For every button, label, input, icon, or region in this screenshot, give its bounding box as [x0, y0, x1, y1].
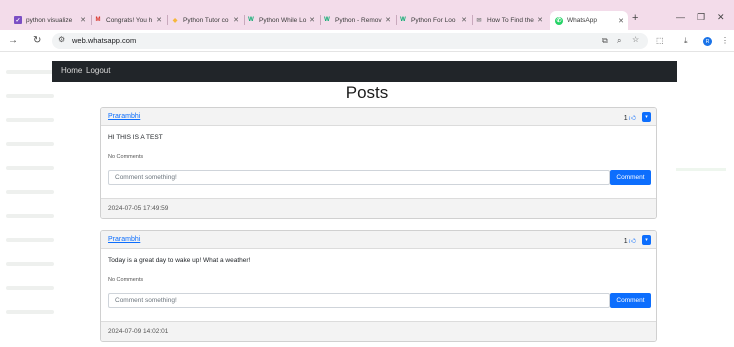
post-footer: 2024-07-05 17:49:59: [101, 198, 656, 218]
tab-separator: [472, 15, 473, 25]
like-count: 1👍︎: [623, 113, 636, 122]
post-footer: 2024-07-09 14:02:01: [101, 321, 656, 341]
tab-gmail[interactable]: M Congrats! You h ✕: [94, 11, 166, 29]
comments-status: No Comments: [108, 277, 144, 283]
post-options-dropdown[interactable]: ▾: [642, 112, 651, 122]
tab-title: Python - Remov: [335, 16, 382, 24]
close-icon[interactable]: ✕: [309, 16, 315, 24]
tab-title: python visualize: [26, 16, 73, 24]
tab-python-for[interactable]: W Python For Loo ✕: [399, 11, 471, 29]
thumbs-up-icon[interactable]: 👍︎: [629, 236, 636, 245]
pythontutor-icon: ◆: [172, 17, 178, 24]
tab-whatsapp[interactable]: ✆ WhatsApp ✕: [550, 11, 628, 30]
tab-separator: [320, 15, 321, 25]
post-header: Prarambhi 1👍︎ ▾: [101, 108, 656, 126]
restore-icon[interactable]: ❐: [697, 12, 705, 23]
post-content: Today is a great day to wake up! What a …: [108, 257, 251, 264]
post-options-dropdown[interactable]: ▾: [642, 235, 651, 245]
w3-icon: W: [400, 17, 406, 23]
browser-toolbar: → ↻ ⚙ web.whatsapp.com ⧉ ⌕ ☆ ⬚ ⤓ R ⋮: [0, 30, 734, 52]
post-author-link[interactable]: Prarambhi: [108, 113, 140, 120]
minimize-icon[interactable]: —: [676, 12, 685, 22]
tab-title: Python Tutor co: [183, 16, 229, 24]
tab-python-while[interactable]: W Python While Lo ✕: [247, 11, 319, 29]
bookmark-star-icon[interactable]: ☆: [632, 35, 639, 44]
tab-separator: [167, 15, 168, 25]
tab-python-visualize[interactable]: ✓ python visualize ✕: [14, 11, 90, 29]
post-body: Today is a great day to wake up! What a …: [101, 249, 656, 321]
close-icon[interactable]: ✕: [537, 16, 543, 24]
comment-button[interactable]: Comment: [610, 293, 651, 308]
close-icon[interactable]: ✕: [80, 16, 86, 24]
profile-avatar[interactable]: R: [703, 37, 712, 46]
post-body: HI THIS IS A TEST No Comments Comment: [101, 126, 656, 198]
close-icon[interactable]: ✕: [618, 17, 624, 25]
gh-icon: ✓: [14, 16, 22, 24]
close-icon[interactable]: ✕: [461, 16, 467, 24]
post-content: HI THIS IS A TEST: [108, 134, 163, 141]
tab-separator: [396, 15, 397, 25]
w3-icon: W: [248, 17, 254, 23]
comment-button[interactable]: Comment: [610, 170, 651, 185]
reload-icon[interactable]: ↻: [33, 35, 41, 46]
address-bar[interactable]: ⚙ web.whatsapp.com ⧉ ⌕ ☆: [52, 33, 648, 49]
post-card: Prarambhi 1👍︎ ▾ Today is a great day to …: [100, 230, 657, 342]
top-navbar: Home Logout: [52, 61, 677, 82]
thumbs-up-icon[interactable]: 👍︎: [629, 113, 636, 122]
page-content: Home Logout Posts Prarambhi 1👍︎ ▾ HI THI…: [0, 52, 734, 347]
post-card: Prarambhi 1👍︎ ▾ HI THIS IS A TEST No Com…: [100, 107, 657, 219]
url-text: web.whatsapp.com: [72, 36, 137, 45]
post-author-link[interactable]: Prarambhi: [108, 236, 140, 243]
tab-python-remove[interactable]: W Python - Remov ✕: [323, 11, 395, 29]
gmail-icon: M: [95, 17, 101, 23]
post-date: 2024-07-09 14:02:01: [108, 328, 169, 335]
background-ghost-sidebar: [6, 70, 54, 334]
comment-input[interactable]: [108, 170, 610, 185]
new-tab-icon[interactable]: +: [632, 12, 638, 24]
mail-icon: ✉: [476, 17, 482, 24]
tab-how-to-find[interactable]: ✉ How To Find the ✕: [475, 11, 547, 29]
nav-logout-link[interactable]: Logout: [86, 66, 110, 75]
kebab-menu-icon[interactable]: ⋮: [721, 36, 729, 45]
whatsapp-icon: ✆: [555, 16, 563, 25]
close-icon[interactable]: ✕: [233, 16, 239, 24]
tab-title: Python For Loo: [411, 16, 456, 24]
tab-title: Congrats! You h: [106, 16, 153, 24]
back-arrow-icon[interactable]: →: [8, 35, 18, 46]
tab-title: WhatsApp: [567, 17, 597, 24]
install-app-icon[interactable]: ⧉: [602, 36, 608, 46]
close-icon[interactable]: ✕: [156, 16, 162, 24]
nav-home-link[interactable]: Home: [61, 66, 82, 75]
browser-tab-strip: ✓ python visualize ✕ M Congrats! You h ✕…: [0, 0, 734, 30]
like-count: 1👍︎: [623, 236, 636, 245]
tab-separator: [91, 15, 92, 25]
post-header: Prarambhi 1👍︎ ▾: [101, 231, 656, 249]
download-icon[interactable]: ⤓: [684, 36, 688, 46]
close-icon[interactable]: ✕: [385, 16, 391, 24]
comment-input[interactable]: [108, 293, 610, 308]
tab-python-tutor[interactable]: ◆ Python Tutor co ✕: [171, 11, 243, 29]
tab-title: How To Find the: [487, 16, 534, 24]
zoom-icon[interactable]: ⌕: [617, 36, 621, 46]
comments-status: No Comments: [108, 154, 144, 160]
tab-title: Python While Lo: [259, 16, 307, 24]
tab-separator: [244, 15, 245, 25]
window-close-icon[interactable]: ✕: [717, 12, 725, 23]
w3-icon: W: [324, 17, 330, 23]
site-settings-icon[interactable]: ⚙: [58, 35, 65, 44]
extensions-icon[interactable]: ⬚: [656, 36, 664, 45]
page-title: Posts: [345, 83, 389, 102]
post-date: 2024-07-05 17:49:59: [108, 205, 169, 212]
background-ghost-text: [676, 168, 726, 171]
